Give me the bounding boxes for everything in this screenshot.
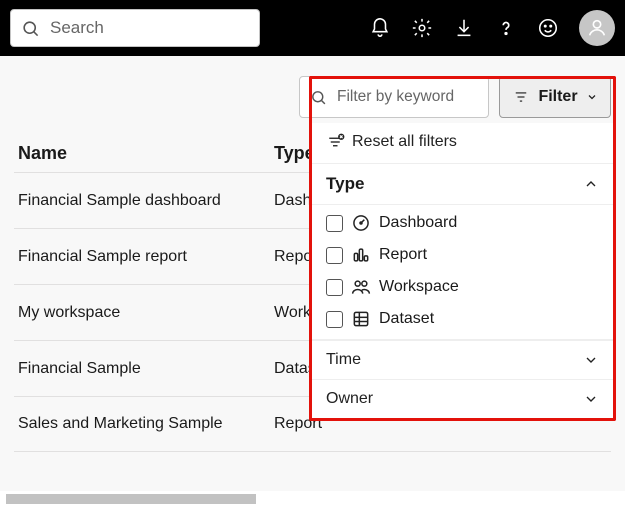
download-icon[interactable]	[453, 17, 475, 39]
header-actions	[369, 10, 615, 46]
scrollbar-thumb[interactable]	[6, 494, 256, 504]
search-icon	[21, 19, 40, 38]
filter-keyword-input[interactable]	[335, 87, 478, 107]
option-label: Report	[379, 246, 427, 264]
chevron-down-icon	[586, 91, 598, 103]
help-icon[interactable]	[495, 17, 517, 39]
chevron-down-icon	[583, 352, 599, 368]
app-header	[0, 0, 625, 56]
grid-icon	[351, 309, 371, 329]
section-label: Type	[326, 174, 364, 194]
reset-all-filters[interactable]: Reset all filters	[312, 123, 613, 164]
row-name: My workspace	[14, 304, 274, 322]
checkbox[interactable]	[326, 279, 343, 296]
smile-icon[interactable]	[537, 17, 559, 39]
option-label: Dashboard	[379, 214, 457, 232]
reset-filter-icon	[326, 133, 346, 151]
filter-section-type[interactable]: Type	[312, 164, 613, 205]
filter-button-label: Filter	[538, 88, 577, 106]
gear-icon[interactable]	[411, 17, 433, 39]
profile-avatar[interactable]	[579, 10, 615, 46]
row-name: Sales and Marketing Sample	[14, 415, 274, 433]
section-label: Time	[326, 351, 361, 369]
filter-option-report[interactable]: Report	[326, 245, 599, 265]
filter-panel: Reset all filters Type Dashboard Repo	[309, 123, 616, 421]
section-label: Owner	[326, 390, 373, 408]
filter-keyword-box[interactable]	[299, 76, 489, 118]
search-icon	[310, 89, 327, 106]
checkbox[interactable]	[326, 247, 343, 264]
row-name: Financial Sample report	[14, 248, 274, 266]
filter-button[interactable]: Filter	[499, 76, 611, 118]
search-input[interactable]	[48, 17, 249, 39]
filter-option-dashboard[interactable]: Dashboard	[326, 213, 599, 233]
content-toolbar: Filter	[0, 56, 625, 118]
row-name: Financial Sample dashboard	[14, 192, 274, 210]
column-name-header[interactable]: Name	[14, 143, 274, 164]
filter-type-options: Dashboard Report Workspace	[312, 205, 613, 340]
chevron-down-icon	[583, 391, 599, 407]
global-search[interactable]	[10, 9, 260, 47]
row-name: Financial Sample	[14, 360, 274, 378]
option-label: Workspace	[379, 278, 459, 296]
reset-label: Reset all filters	[352, 133, 457, 151]
checkbox[interactable]	[326, 311, 343, 328]
filter-option-workspace[interactable]: Workspace	[326, 277, 599, 297]
bell-icon[interactable]	[369, 17, 391, 39]
filter-section-owner[interactable]: Owner	[312, 379, 613, 418]
horizontal-scrollbar[interactable]	[0, 491, 625, 507]
chevron-up-icon	[583, 176, 599, 192]
filter-section-time[interactable]: Time	[312, 340, 613, 379]
bar-chart-icon	[351, 245, 371, 265]
filter-icon	[512, 90, 530, 104]
checkbox[interactable]	[326, 215, 343, 232]
people-icon	[351, 277, 371, 297]
option-label: Dataset	[379, 310, 434, 328]
filter-option-dataset[interactable]: Dataset	[326, 309, 599, 329]
gauge-icon	[351, 213, 371, 233]
